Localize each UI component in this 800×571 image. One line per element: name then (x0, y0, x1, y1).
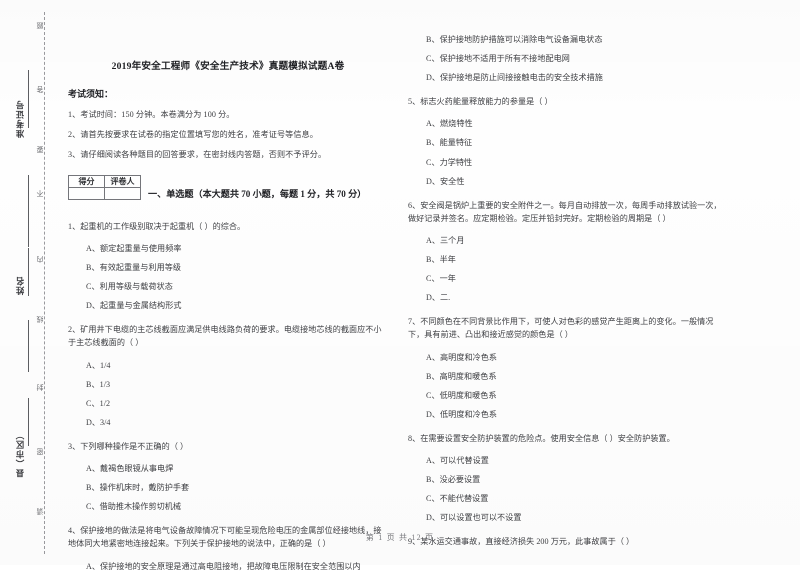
question-option[interactable]: C、力学特性 (426, 158, 728, 167)
question-option[interactable]: C、利用等级与载荷状态 (86, 283, 388, 291)
question-option[interactable]: D、起重量与金属结构形式 (86, 302, 388, 310)
sealing-line-margin: 准考证号 姓名 县（市区） 题 答 要 不 内 线 封 密 请 (0, 0, 60, 565)
score-box-value-grader[interactable] (104, 186, 141, 200)
question-option[interactable]: A、燃烧特性 (426, 120, 728, 128)
question-option[interactable]: A、1/4 (86, 361, 388, 370)
question-option[interactable]: D、可以设置也可以不设置 (426, 514, 728, 522)
exam-notice-item: 3、请仔细阅读各种题目的回答要求，在密封线内答题，否则不予评分。 (68, 149, 327, 159)
question-option[interactable]: B、保护接地防护措施可以消除电气设备漏电状态 (426, 35, 728, 44)
seal-tick-glyph: 请 (37, 508, 44, 515)
question-5: 5、标志火药能量释放能力的参量是（ ） A、燃烧特性 B、能量特征 C、力学特性… (408, 95, 728, 185)
question-option[interactable]: A、高明度和冷色系 (426, 353, 728, 362)
question-8: 8、在需要设置安全防护装置的危险点。使用安全信息（ ）安全防护装置。 A、可以代… (408, 432, 728, 522)
question-option[interactable]: B、高明度和暖色系 (426, 372, 728, 381)
sealing-dashed-line (44, 12, 45, 554)
question-6: 6、安全阀是锅炉上重要的安全附件之一。每月自动排放一次，每周手动排放试验一次，做… (408, 199, 728, 303)
question-option[interactable]: B、半年 (426, 255, 728, 264)
score-box-header-grader: 评卷人 (104, 174, 141, 188)
question-option[interactable]: A、戴褐色眼镜从事电焊 (86, 464, 388, 473)
question-stem: 5、标志火药能量释放能力的参量是（ ） (408, 97, 553, 107)
question-stem: 7、不同颜色在不同背景比作用下，可使人对色彩的感觉产生距离上的变化。一般情况下，… (408, 317, 714, 340)
question-option[interactable]: D、3/4 (86, 418, 388, 427)
score-box-table: 得分 评卷人 (68, 174, 141, 200)
question-stem: 6、安全阀是锅炉上重要的安全附件之一。每月自动排放一次，每周手动排放试验一次，做… (408, 200, 722, 223)
question-option[interactable]: D、安全性 (426, 177, 728, 186)
question-option[interactable]: B、操作机床时，戴防护手套 (86, 484, 388, 492)
score-box-header-score: 得分 (68, 174, 105, 188)
question-2: 2、矿用井下电缆的主芯线截面应满足供电线路负荷的要求。电缆接地芯线的截面应不小于… (68, 323, 388, 427)
seal-tick-glyph: 题 (37, 22, 44, 29)
question-stem: 8、在需要设置安全防护装置的危险点。使用安全信息（ ）安全防护装置。 (408, 433, 675, 443)
seal-tick-glyph: 要 (37, 146, 44, 153)
question-1: 1、起重机的工作级别取决于起重机（ ）的综合。 A、额定起重量与使用频率 B、有… (68, 220, 388, 310)
table-row: 得分 评卷人 (68, 174, 141, 188)
column-left: 2019年安全工程师《安全生产技术》真题模拟试题A卷 考试须知： 1、考试时间：… (68, 36, 388, 571)
question-option[interactable]: A、可以代替设置 (426, 456, 728, 465)
question-option[interactable]: B、能量特征 (426, 139, 728, 147)
question-option[interactable]: A、保护接地的安全原理是通过高电阻接地，把故障电压限制在安全范围以内 (86, 562, 388, 571)
exam-page: 准考证号 姓名 县（市区） 题 答 要 不 内 线 封 密 请 2019年安全工… (0, 0, 800, 570)
seal-tick-glyph: 密 (37, 448, 44, 455)
page-title: 2019年安全工程师《安全生产技术》真题模拟试题A卷 (111, 61, 345, 72)
score-box-value-score[interactable] (68, 186, 105, 200)
page-footer: 第 1 页 共 12 页 (365, 533, 435, 542)
question-3: 3、下列哪种操作是不正确的（ ） A、戴褐色眼镜从事电焊 B、操作机床时，戴防护… (68, 440, 388, 511)
question-stem: 2、矿用井下电缆的主芯线截面应满足供电线路负荷的要求。电缆接地芯线的截面应不小于… (68, 325, 382, 348)
question-option[interactable]: C、1/2 (86, 399, 388, 408)
seal-rule-segment (28, 320, 29, 372)
question-option[interactable]: A、三个月 (426, 236, 728, 245)
question-option[interactable]: D、二. (426, 294, 728, 302)
question-option[interactable]: D、保护接地是防止间接接触电击的安全技术措施 (426, 74, 728, 82)
question-option[interactable]: B、有效起重量与利用等级 (86, 263, 388, 272)
exam-notice-item: 1、考试时间：150 分钟。本卷满分为 100 分。 (68, 109, 235, 119)
question-option[interactable]: D、低明度和冷色系 (426, 410, 728, 419)
question-option[interactable]: C、一年 (426, 275, 728, 283)
column-right: B、保护接地防护措施可以消除电气设备漏电状态 C、保护接地不适用于所有不接地配电… (408, 35, 728, 549)
question-option[interactable]: C、不能代替设置 (426, 495, 728, 503)
section-header-row: 得分 评卷人 一、单选题（本大题共 70 小题，每题 1 分，共 70 分） (68, 174, 388, 207)
question-7: 7、不同颜色在不同背景比作用下，可使人对色彩的感觉产生距离上的变化。一般情况下，… (408, 315, 728, 419)
seal-rule-segment (28, 175, 29, 247)
seal-tick-glyph: 不 (37, 190, 44, 197)
section-title: 一、单选题（本大题共 70 小题，每题 1 分，共 70 分） (148, 188, 367, 199)
question-option[interactable]: C、借助推木操作剪切机械 (86, 503, 388, 511)
seal-tick-glyph: 内 (37, 256, 44, 263)
seal-tick-glyph: 线 (37, 316, 44, 323)
seal-rule-segment (28, 398, 29, 446)
question-option[interactable]: C、低明度和暖色系 (426, 391, 728, 400)
seal-label-student-name: 姓名 (15, 276, 25, 295)
seal-rule-segment (28, 248, 29, 296)
seal-label-county-district: 县（市区） (15, 430, 25, 478)
question-option[interactable]: A、额定起重量与使用频率 (86, 244, 388, 253)
seal-tick-glyph: 答 (37, 86, 44, 93)
question-4-continued: B、保护接地防护措施可以消除电气设备漏电状态 C、保护接地不适用于所有不接地配电… (408, 35, 728, 82)
question-option[interactable]: B、1/3 (86, 380, 388, 389)
exam-notice-heading: 考试须知： (68, 88, 114, 99)
question-stem: 3、下列哪种操作是不正确的（ ） (68, 441, 189, 451)
question-option[interactable]: B、没必要设置 (426, 476, 728, 484)
seal-label-admission-number: 准考证号 (15, 100, 25, 138)
exam-notice-item: 2、请首先按要求在试卷的指定位置填写您的姓名，准考证号等信息。 (68, 129, 318, 139)
question-option[interactable]: C、保护接地不适用于所有不接地配电网 (426, 54, 728, 63)
question-stem: 1、起重机的工作级别取决于起重机（ ）的综合。 (68, 221, 246, 231)
seal-rule-segment (28, 70, 29, 128)
seal-tick-glyph: 封 (37, 384, 44, 391)
table-row (68, 186, 141, 200)
